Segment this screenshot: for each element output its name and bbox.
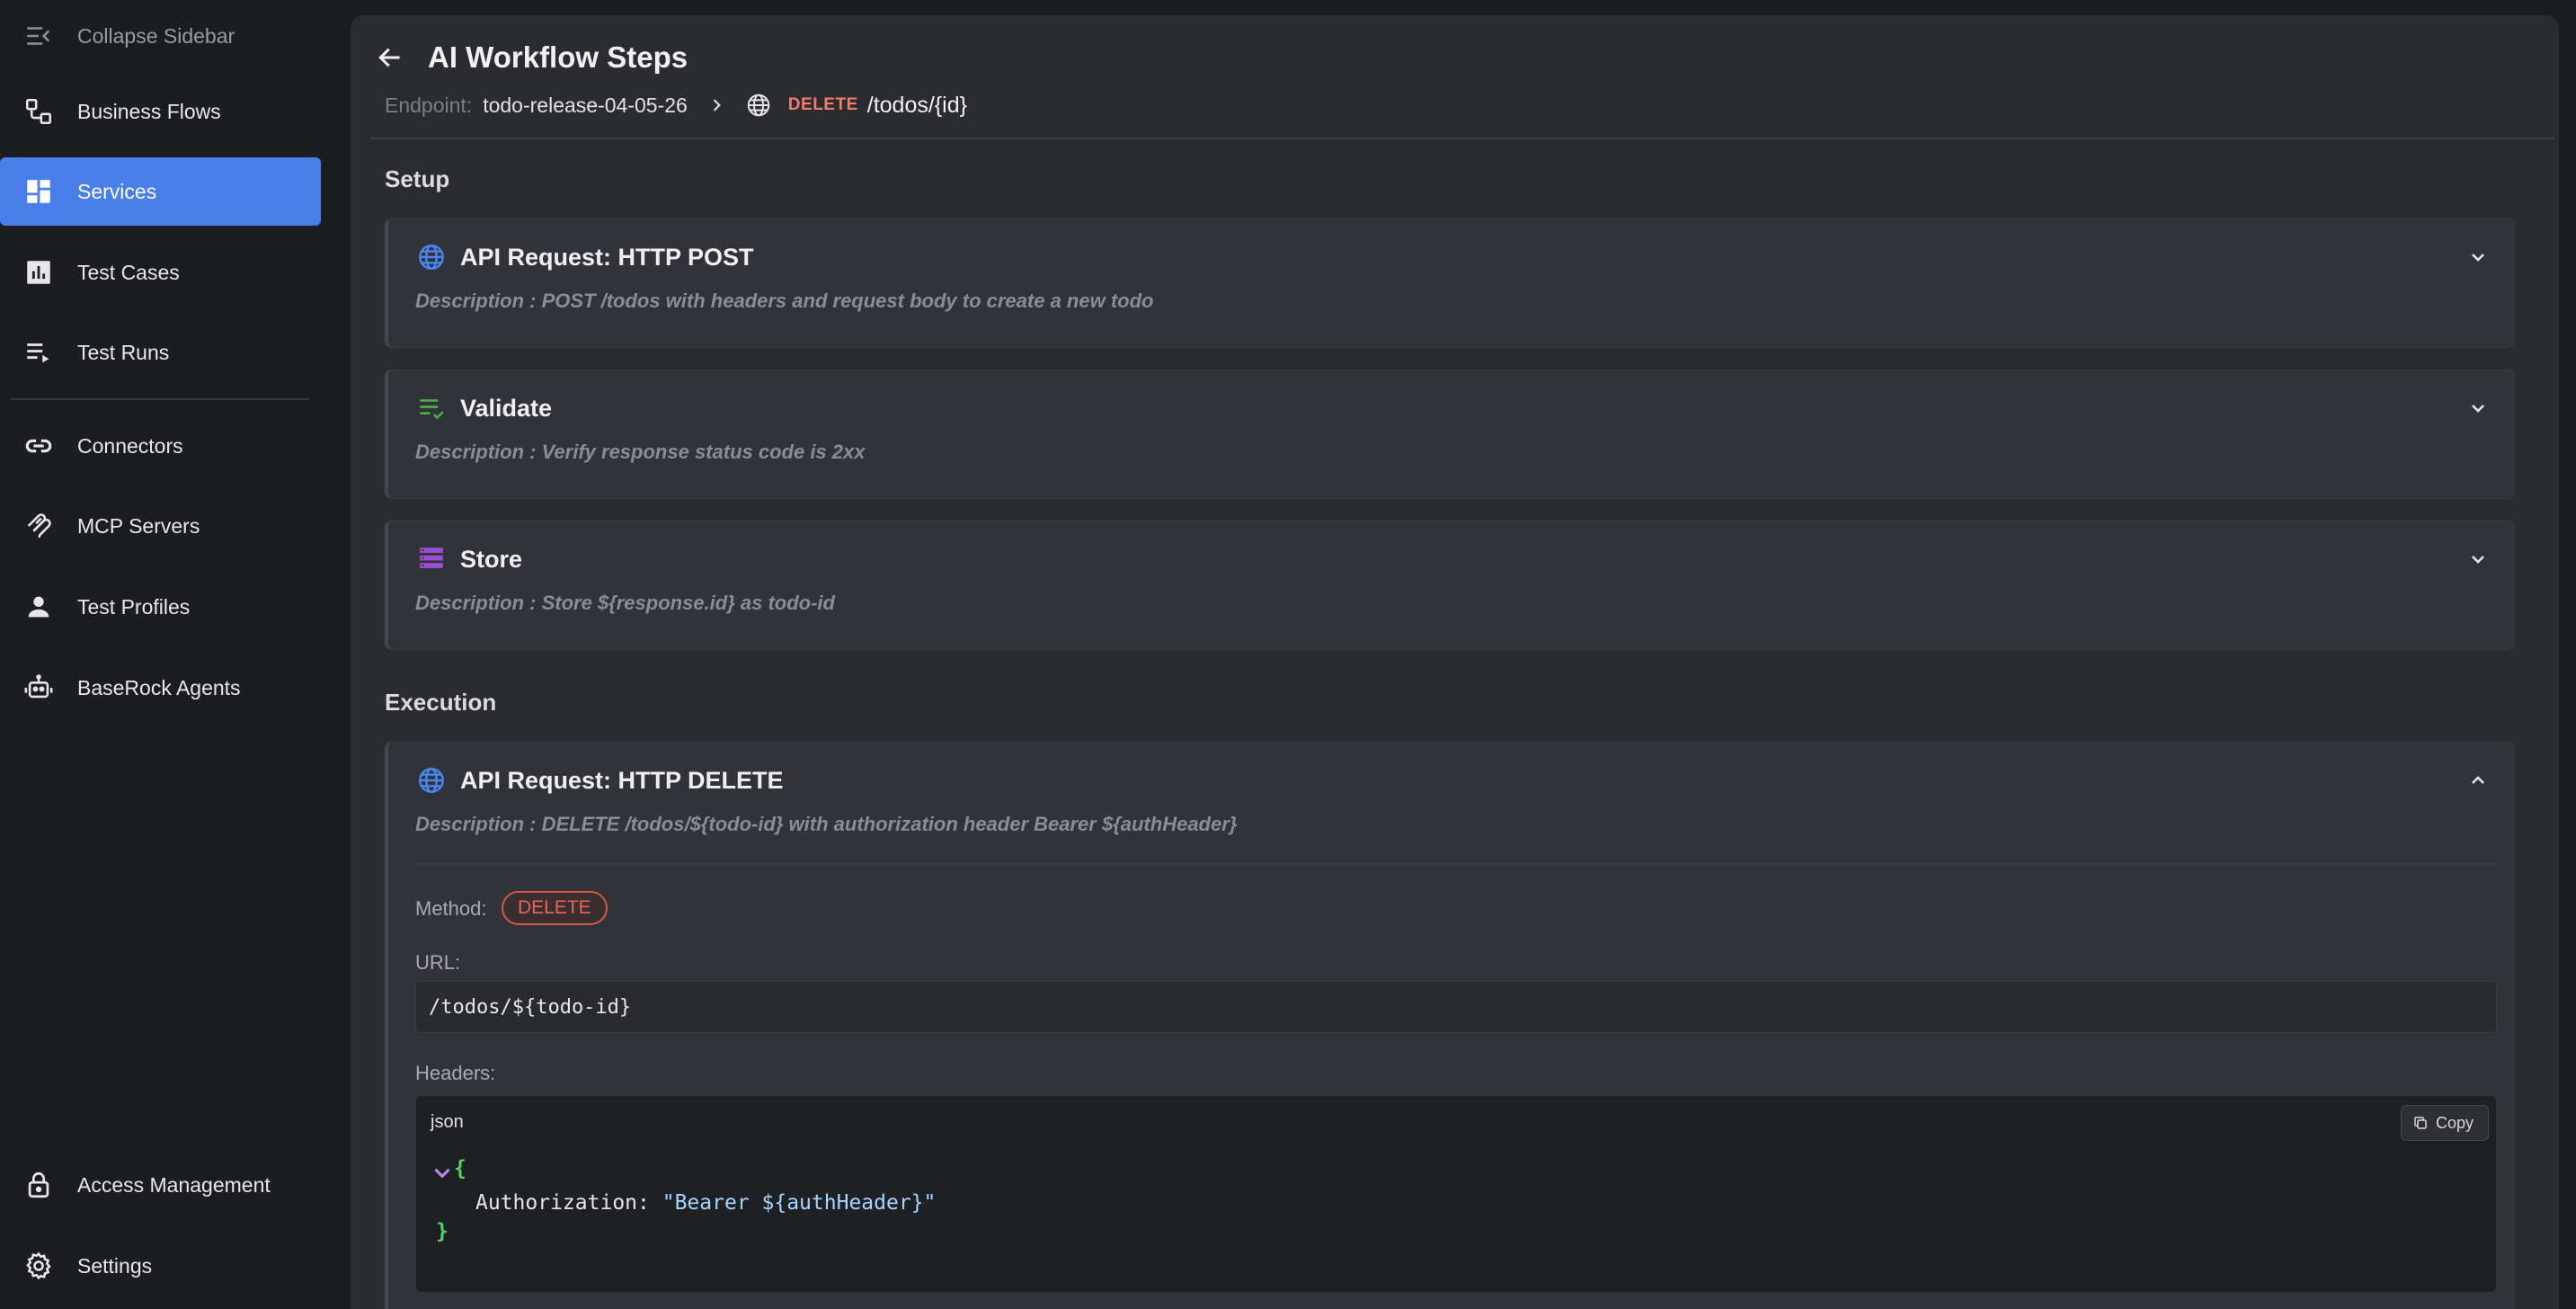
main-panel: AI Workflow Steps Endpoint: todo-release… bbox=[351, 15, 2559, 1309]
step-title: Store bbox=[460, 545, 523, 573]
url-field[interactable]: /todos/${todo-id} bbox=[415, 981, 2497, 1033]
step-card-store[interactable]: Store Description : Store ${response.id}… bbox=[385, 521, 2515, 650]
playlist-play-icon bbox=[23, 337, 54, 368]
sidebar-item-label: Settings bbox=[77, 1253, 153, 1278]
header-divider bbox=[370, 138, 2554, 139]
sidebar-item-baserock-agents[interactable]: BaseRock Agents bbox=[0, 654, 321, 722]
sidebar-item-test-runs[interactable]: Test Runs bbox=[0, 318, 321, 387]
step-header: API Request: HTTP POST bbox=[415, 239, 754, 275]
step-card-http-post[interactable]: API Request: HTTP POST Description : POS… bbox=[385, 218, 2515, 348]
step-header: API Request: HTTP DELETE bbox=[415, 762, 784, 798]
globe-icon bbox=[415, 764, 448, 797]
sidebar-item-label: MCP Servers bbox=[77, 513, 200, 538]
robot-icon bbox=[23, 672, 54, 703]
copy-label: Copy bbox=[2435, 1113, 2474, 1132]
sidebar-item-business-flows[interactable]: Business Flows bbox=[0, 77, 321, 146]
collapse-json-caret-icon[interactable] bbox=[431, 1161, 454, 1184]
step-title: Validate bbox=[460, 394, 553, 422]
validate-check-icon bbox=[415, 392, 448, 424]
endpoint-method: DELETE bbox=[787, 95, 858, 114]
chevron-down-icon[interactable] bbox=[2464, 243, 2492, 272]
store-icon bbox=[415, 543, 448, 575]
json-header-line: Authorization: "Bearer ${authHeader}" bbox=[475, 1191, 936, 1215]
step-header: Store bbox=[415, 541, 522, 577]
breadcrumb: Endpoint: todo-release-04-05-26 DELETE /… bbox=[385, 89, 967, 121]
details-divider bbox=[415, 863, 2497, 865]
headers-label: Headers: bbox=[415, 1062, 496, 1084]
step-card-http-delete[interactable]: API Request: HTTP DELETE Description : D… bbox=[385, 742, 2515, 1309]
sidebar: Collapse Sidebar Business Flows Services… bbox=[0, 0, 333, 1309]
sidebar-item-label: Test Cases bbox=[77, 260, 180, 284]
dashboard-icon bbox=[23, 176, 54, 207]
sidebar-item-label: Connectors bbox=[77, 433, 183, 458]
collapse-sidebar-label: Collapse Sidebar bbox=[77, 23, 235, 48]
copy-icon bbox=[2414, 1117, 2427, 1129]
sidebar-divider bbox=[11, 398, 309, 400]
json-key: Authorization: bbox=[475, 1191, 650, 1215]
step-card-validate[interactable]: Validate Description : Verify response s… bbox=[385, 370, 2515, 499]
sidebar-item-label: Access Management bbox=[77, 1172, 271, 1197]
sidebar-item-label: Business Flows bbox=[77, 99, 221, 123]
bar-chart-icon bbox=[23, 257, 54, 288]
section-title-execution: Execution bbox=[385, 689, 497, 716]
step-description: Description : Store ${response.id} as to… bbox=[415, 592, 835, 614]
collapse-sidebar-icon bbox=[23, 21, 54, 51]
chevron-right-icon bbox=[707, 96, 725, 114]
sidebar-item-mcp-servers[interactable]: MCP Servers bbox=[0, 492, 321, 560]
sidebar-item-label: Test Profiles bbox=[77, 594, 191, 619]
url-label: URL: bbox=[415, 951, 461, 974]
gear-icon bbox=[23, 1251, 54, 1281]
page-header: AI Workflow Steps bbox=[376, 35, 688, 80]
step-title: API Request: HTTP DELETE bbox=[460, 766, 784, 794]
section-title-setup: Setup bbox=[385, 165, 450, 192]
sidebar-item-services[interactable]: Services bbox=[0, 157, 321, 226]
step-description: Description : POST /todos with headers a… bbox=[415, 289, 1154, 312]
globe-icon bbox=[745, 92, 772, 119]
page-title: AI Workflow Steps bbox=[428, 40, 688, 74]
copy-button[interactable]: Copy bbox=[2400, 1105, 2489, 1141]
json-open-brace: { bbox=[454, 1157, 466, 1180]
sidebar-item-connectors[interactable]: Connectors bbox=[0, 412, 321, 480]
step-title: API Request: HTTP POST bbox=[460, 243, 754, 271]
json-value: "Bearer ${authHeader}" bbox=[662, 1191, 937, 1215]
sidebar-item-label: BaseRock Agents bbox=[77, 675, 241, 699]
step-description: Description : DELETE /todos/${todo-id} w… bbox=[415, 813, 1238, 835]
chevron-up-icon[interactable] bbox=[2464, 766, 2492, 795]
business-flows-icon bbox=[23, 96, 54, 127]
sidebar-item-access-management[interactable]: Access Management bbox=[0, 1151, 321, 1219]
chevron-down-icon[interactable] bbox=[2464, 394, 2492, 423]
mcp-icon bbox=[23, 511, 54, 541]
endpoint-path: /todos/{id} bbox=[866, 92, 967, 118]
sidebar-item-test-profiles[interactable]: Test Profiles bbox=[0, 573, 321, 641]
person-icon bbox=[23, 592, 54, 622]
step-header: Validate bbox=[415, 390, 552, 426]
globe-icon bbox=[415, 241, 448, 273]
step-description: Description : Verify response status cod… bbox=[415, 441, 866, 463]
sidebar-item-settings[interactable]: Settings bbox=[0, 1232, 321, 1300]
sidebar-item-label: Test Runs bbox=[77, 340, 170, 364]
endpoint-link[interactable]: todo-release-04-05-26 bbox=[483, 94, 688, 118]
headers-code-block: json Copy { Authorization: "Bearer ${aut… bbox=[415, 1095, 2497, 1293]
sidebar-item-test-cases[interactable]: Test Cases bbox=[0, 238, 321, 307]
link-icon bbox=[23, 431, 54, 461]
collapse-sidebar-button[interactable]: Collapse Sidebar bbox=[0, 2, 321, 70]
lock-icon bbox=[23, 1170, 54, 1200]
code-language-label: json bbox=[431, 1112, 464, 1132]
method-label: Method: bbox=[415, 897, 487, 920]
endpoint-label: Endpoint: bbox=[385, 93, 473, 117]
method-badge: DELETE bbox=[502, 891, 608, 925]
sidebar-item-label: Services bbox=[77, 179, 157, 203]
chevron-down-icon[interactable] bbox=[2464, 545, 2492, 574]
back-arrow-icon[interactable] bbox=[376, 41, 408, 74]
json-close-brace: } bbox=[436, 1220, 449, 1243]
